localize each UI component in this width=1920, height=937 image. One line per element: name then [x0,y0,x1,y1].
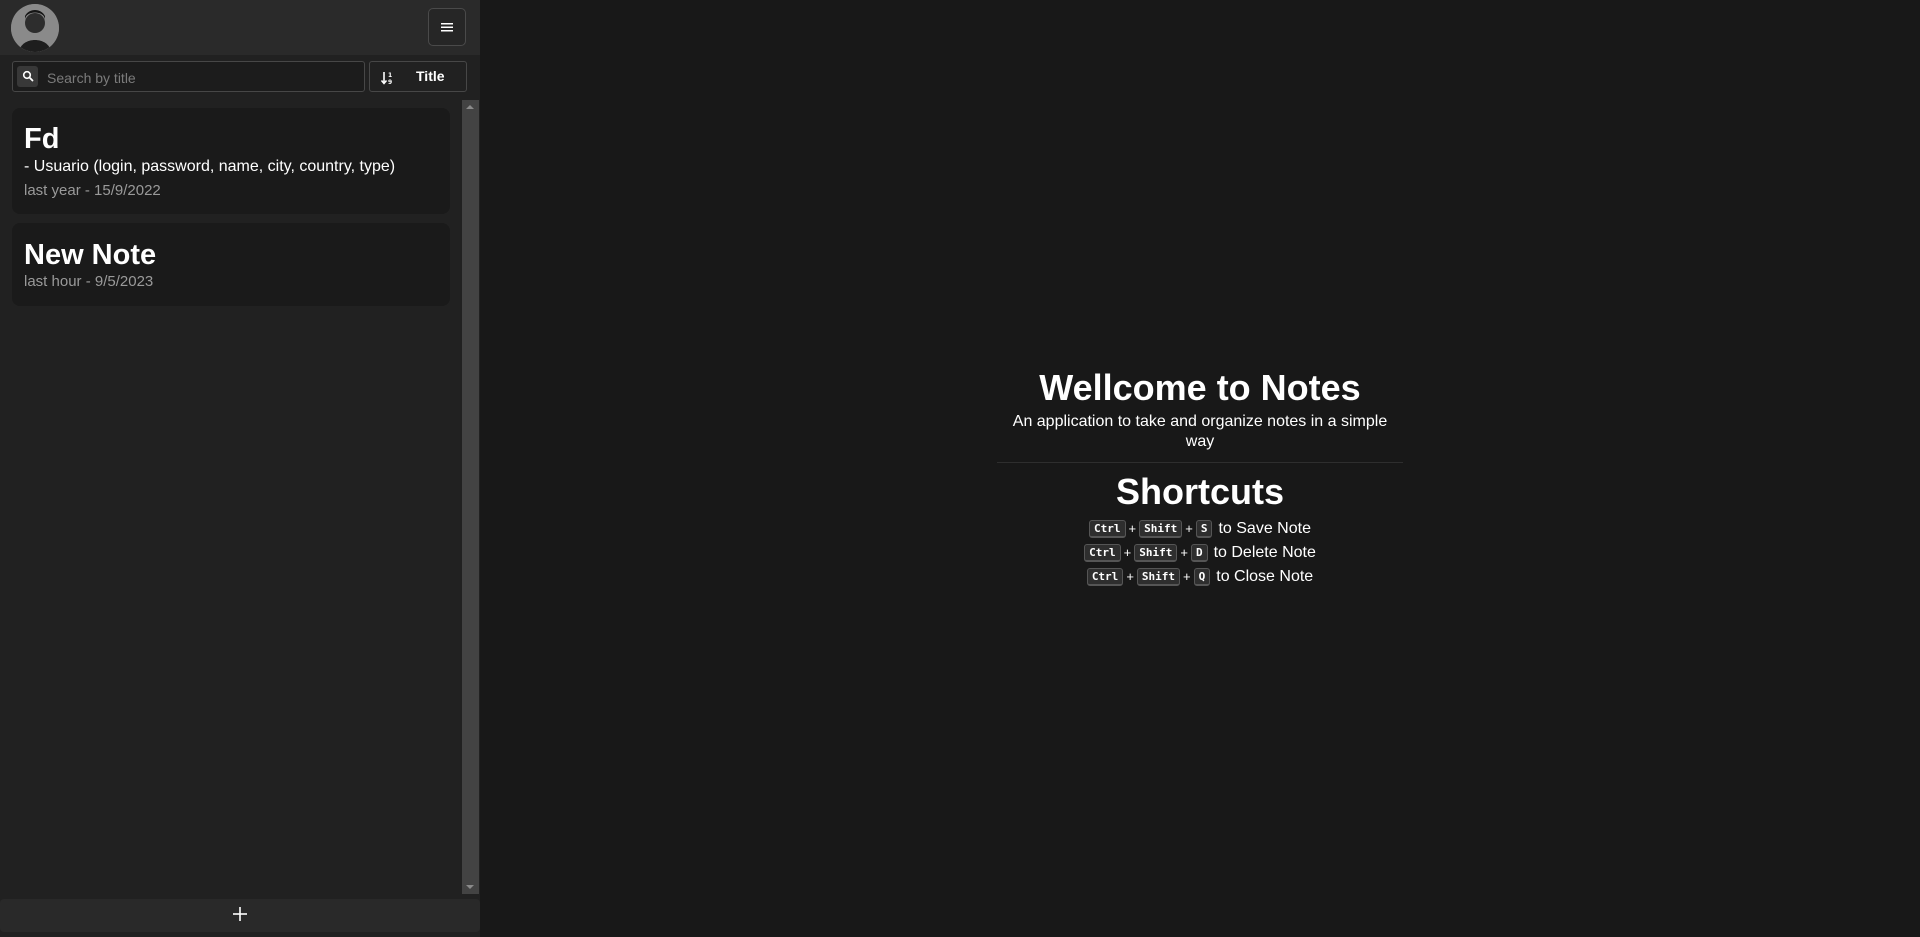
svg-text:9: 9 [388,79,392,85]
key-s: S [1195,520,1213,538]
key-q: Q [1193,568,1211,586]
shortcuts-title: Shortcuts [1115,471,1284,512]
sort-descending-icon: 1 9 [380,70,395,89]
shortcut-action: to Save Note [1218,520,1311,537]
scrollbar[interactable] [462,100,479,894]
plus-icon [232,906,248,926]
search-icon [22,67,34,86]
notes-list: Fd - Usuario (login, password, name, cit… [0,100,462,894]
note-preview: - Usuario (login, password, name, city, … [24,158,396,175]
sort-label: Title [416,68,445,84]
plus-separator: + [1180,545,1188,560]
note-title: New Note [24,239,157,271]
key-ctrl: Ctrl [1089,520,1126,538]
search-input[interactable] [45,64,359,91]
divider [997,462,1403,463]
key-shift: Shift [1139,520,1183,538]
plus-separator: + [1185,521,1193,536]
shortcut-delete: Ctrl + Shift + D to Delete Note [997,541,1403,565]
main-content: Wellcome to Notes An application to take… [480,0,1920,937]
scroll-down-arrow-icon[interactable] [466,885,474,889]
shortcut-action: to Delete Note [1213,544,1316,561]
shortcut-action: to Close Note [1216,568,1314,585]
plus-separator: + [1183,569,1191,584]
shortcut-close: Ctrl + Shift + Q to Close Note [997,565,1403,589]
note-title: Fd [24,123,60,155]
key-ctrl: Ctrl [1086,568,1124,586]
key-d: D [1190,544,1208,562]
sidebar-header [0,0,480,55]
sidebar: 1 9 Title Fd - Usuario (login, password,… [0,0,480,937]
welcome-subtitle: An application to take and organize note… [1012,413,1388,450]
plus-separator: + [1126,569,1134,584]
note-card[interactable]: Fd - Usuario (login, password, name, cit… [12,108,450,214]
plus-separator: + [1128,521,1137,536]
welcome-panel: Wellcome to Notes An application to take… [997,364,1403,589]
key-ctrl: Ctrl [1084,544,1121,562]
plus-separator: + [1123,545,1132,560]
scroll-up-arrow-icon[interactable] [466,105,474,109]
search-button[interactable] [17,66,38,87]
note-card[interactable]: New Note last hour - 9/5/2023 [12,223,450,306]
svg-text:1: 1 [388,72,392,79]
key-shift: Shift [1134,544,1178,562]
menu-button[interactable] [428,8,466,46]
hamburger-menu-icon [440,18,454,37]
key-shift: Shift [1136,568,1181,586]
sort-button[interactable]: 1 9 Title [369,61,467,92]
welcome-title: Wellcome to Notes [1039,367,1361,408]
shortcut-save: Ctrl + Shift + S to Save Note [997,517,1403,541]
note-date: last hour - 9/5/2023 [24,273,154,290]
note-date: last year - 15/9/2022 [24,182,161,199]
add-note-button[interactable] [0,899,480,932]
search-box [12,61,365,92]
avatar[interactable] [11,4,59,52]
